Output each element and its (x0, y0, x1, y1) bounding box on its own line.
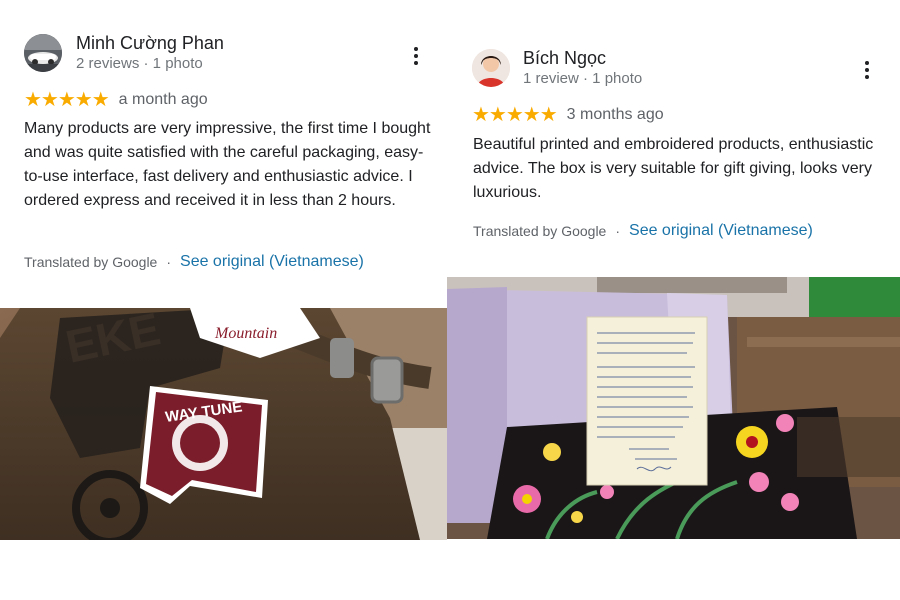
separator: · (615, 223, 621, 239)
review-time: a month ago (118, 91, 208, 108)
svg-text:Mountain: Mountain (214, 325, 277, 342)
reviewer-name[interactable]: Bích Ngọc (523, 48, 606, 69)
handwritten-note (586, 316, 708, 486)
review-time: 3 months ago (566, 106, 664, 123)
reviewer-meta: 1 review · 1 photo (523, 70, 643, 87)
see-original-link[interactable]: See original (Vietnamese) (180, 253, 364, 271)
star-rating: ★★★★★ (24, 89, 110, 111)
rating-row: ★★★★★ a month ago (24, 90, 208, 110)
review-photo[interactable]: EKE Mountain WAY TUNE (0, 308, 447, 540)
review-card: Minh Cường Phan 2 reviews · 1 photo ★★★★… (0, 0, 447, 540)
more-vert-icon[interactable] (406, 44, 426, 68)
review-text: Beautiful printed and embroidered produc… (473, 136, 874, 201)
separator: · (166, 254, 172, 270)
reviewer-name[interactable]: Minh Cường Phan (76, 33, 224, 54)
avatar[interactable] (24, 34, 62, 72)
translated-by-label: Translated by Google (473, 223, 607, 239)
star-rating: ★★★★★ (472, 104, 558, 126)
see-original-link[interactable]: See original (Vietnamese) (629, 222, 813, 240)
sticker: WAY TUNE (140, 386, 268, 504)
avatar[interactable] (472, 49, 510, 87)
rating-row: ★★★★★ 3 months ago (472, 105, 664, 125)
review-card: Bích Ngọc 1 review · 1 photo ★★★★★ 3 mon… (447, 0, 900, 540)
reviewer-meta: 2 reviews · 1 photo (76, 55, 203, 72)
translation-row: Translated by Google · See original (Vie… (473, 222, 813, 240)
translation-row: Translated by Google · See original (Vie… (24, 253, 364, 271)
translated-by-label: Translated by Google (24, 254, 158, 270)
review-text: Many products are very impressive, the f… (24, 120, 431, 209)
more-vert-icon[interactable] (857, 58, 877, 82)
review-photo[interactable] (447, 277, 900, 539)
